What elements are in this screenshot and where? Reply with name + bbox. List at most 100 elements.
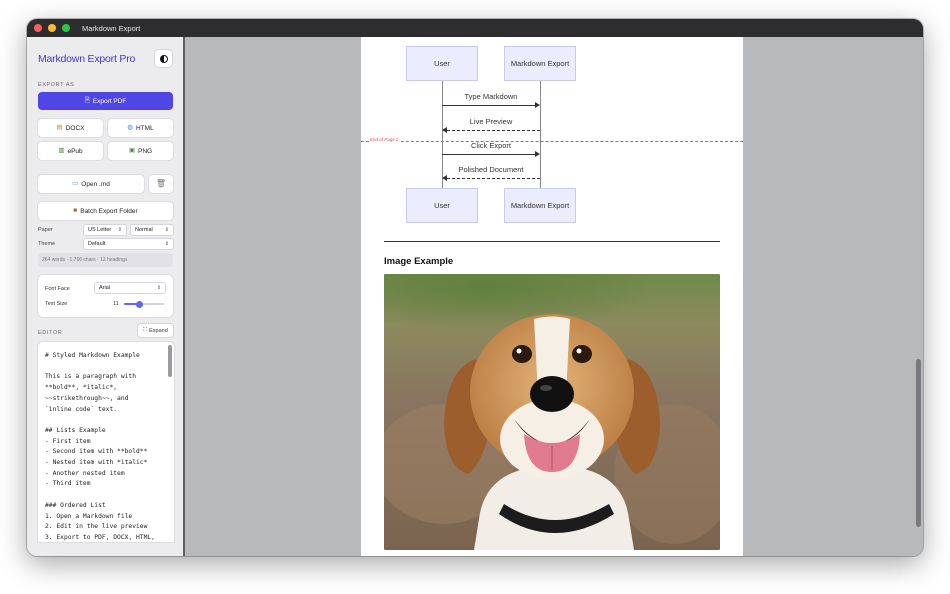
font-face-select[interactable]: Arial ⇕ [95, 283, 165, 293]
paper-label: Paper [38, 227, 53, 233]
chevron-updown-icon: ⇕ [117, 227, 122, 233]
paper-margin-select[interactable]: Normal ⇕ [131, 225, 173, 235]
minimize-button[interactable] [48, 24, 56, 32]
theme-select[interactable]: Default ⇕ [84, 239, 173, 249]
actor-app-top: Markdown Export [505, 47, 575, 80]
trash-icon: 🗑 [155, 179, 167, 188]
editor-line: # Styled Markdown Example [45, 352, 140, 359]
sidebar: Markdown Export Pro EXPORT AS 🗎 Export P… [27, 37, 185, 556]
document-stats: 264 words · 1,766 chars · 12 headings [38, 253, 173, 267]
message-line [442, 105, 535, 106]
font-face-label: Font Face [45, 286, 70, 292]
typography-card: Font Face Arial ⇕ Text Size 11 [38, 275, 173, 317]
editor-line: 3. Export to PDF, DOCX, HTML, [45, 533, 155, 541]
editor-line: - Second item with **bold** [45, 448, 148, 456]
title-bar: Markdown Export [27, 19, 923, 37]
batch-export-button[interactable]: ■ Batch Export Folder [38, 202, 173, 220]
expand-icon: ⛶ [143, 327, 148, 333]
image-icon: ▣ [128, 146, 136, 154]
text-size-slider-knob[interactable] [135, 300, 143, 308]
markdown-editor[interactable]: # Styled Markdown Example This is a parag… [38, 342, 174, 542]
text-size-value: 11 [113, 301, 119, 307]
epub-label: ePub [67, 147, 83, 155]
expand-button[interactable]: ⛶ Expand [138, 324, 173, 337]
editor-line: ### Ordered List [45, 501, 106, 509]
editor-line: - Another nested item [45, 469, 125, 477]
open-md-label: Open .md [81, 180, 110, 188]
text-size-label: Text Size [45, 301, 68, 307]
globe-icon: ◍ [127, 123, 133, 131]
theme-toggle-button[interactable] [155, 50, 172, 67]
paper-margin-value: Normal [135, 227, 153, 233]
page-break-label: End of Page 2 [369, 137, 400, 142]
clear-button[interactable]: 🗑 [149, 175, 173, 193]
arrow-right-icon [535, 102, 540, 108]
preview-scrollbar[interactable] [916, 359, 921, 527]
dog-photo [384, 274, 720, 550]
editor-line: - Third item [45, 480, 91, 488]
arrow-left-icon [442, 127, 447, 133]
editor-line: ## Lists Example [45, 426, 106, 434]
theme-label: Theme [38, 241, 56, 247]
editor-line: - Nested item with *italic* [45, 459, 148, 466]
chevron-updown-icon: ⇕ [164, 227, 169, 233]
editor-line: This is a paragraph with [45, 373, 136, 381]
image-heading: Image Example [384, 256, 454, 267]
preview-page: User Markdown Export Type Markdown Live … [361, 37, 743, 556]
page-break-line [361, 141, 743, 142]
dog-photo-illustration [384, 274, 720, 550]
chevron-updown-icon: ⇕ [164, 241, 169, 247]
png-label: PNG [138, 147, 153, 155]
actor-user-top: User [407, 47, 477, 80]
html-label: HTML [135, 124, 154, 132]
message-label: Live Preview [469, 117, 513, 126]
paper-size-select[interactable]: US Letter ⇕ [84, 225, 126, 235]
book-icon: ▥ [58, 146, 65, 154]
open-md-button[interactable]: ▭ Open .md [38, 175, 144, 193]
message-line [447, 178, 540, 179]
export-pdf-button[interactable]: 🗎 Export PDF [38, 92, 173, 110]
epub-button[interactable]: ▥ ePub [38, 142, 103, 160]
html-button[interactable]: ◍ HTML [108, 119, 173, 137]
horizontal-rule [384, 241, 720, 242]
editor-line: ~~strikethrough~~, and [45, 394, 129, 402]
folder-icon: ▭ [72, 179, 79, 187]
zoom-button[interactable] [62, 24, 70, 32]
editor-line: `inline code` text. [45, 405, 118, 413]
half-circle-icon [159, 54, 168, 63]
editor-line: 1. Open a Markdown file [45, 512, 133, 520]
paper-size-value: US Letter [88, 227, 112, 233]
message-label: Polished Document [458, 165, 524, 174]
document-icon: 🗎 [84, 96, 90, 104]
editor-scrollbar[interactable] [168, 345, 172, 377]
preview-area: User Markdown Export Type Markdown Live … [187, 37, 923, 556]
message-line [442, 154, 535, 155]
editor-line: **bold**, *italic*, [45, 384, 118, 392]
docx-label: DOCX [65, 124, 85, 132]
editor-line: - First item [45, 437, 91, 445]
doc-icon: ▤ [56, 123, 63, 131]
arrow-right-icon [535, 151, 540, 157]
message-label: Type Markdown [464, 92, 518, 101]
close-button[interactable] [34, 24, 42, 32]
window-title: Markdown Export [82, 23, 141, 33]
export-as-label: EXPORT AS [38, 82, 75, 88]
font-face-value: Arial [99, 285, 111, 291]
png-button[interactable]: ▣ PNG [108, 142, 173, 160]
docx-button[interactable]: ▤ DOCX [38, 119, 103, 137]
arrow-left-icon [442, 175, 447, 181]
message-line [447, 130, 540, 131]
message-label: Click Export [470, 141, 511, 150]
app-window: Markdown Export Markdown Export Pro EXPO… [27, 19, 923, 556]
package-icon: ■ [73, 206, 78, 214]
actor-user-bottom: User [407, 189, 477, 222]
text-size-slider[interactable] [124, 300, 164, 308]
window-controls [34, 24, 70, 32]
chevron-updown-icon: ⇕ [156, 285, 161, 291]
expand-label: Expand [149, 327, 168, 334]
theme-value: Default [88, 241, 106, 247]
editor-line: 2. Edit in the live preview [45, 523, 148, 531]
editor-label: EDITOR [38, 330, 63, 336]
app-brand: Markdown Export Pro [38, 53, 136, 65]
actor-app-bottom: Markdown Export [505, 189, 575, 222]
